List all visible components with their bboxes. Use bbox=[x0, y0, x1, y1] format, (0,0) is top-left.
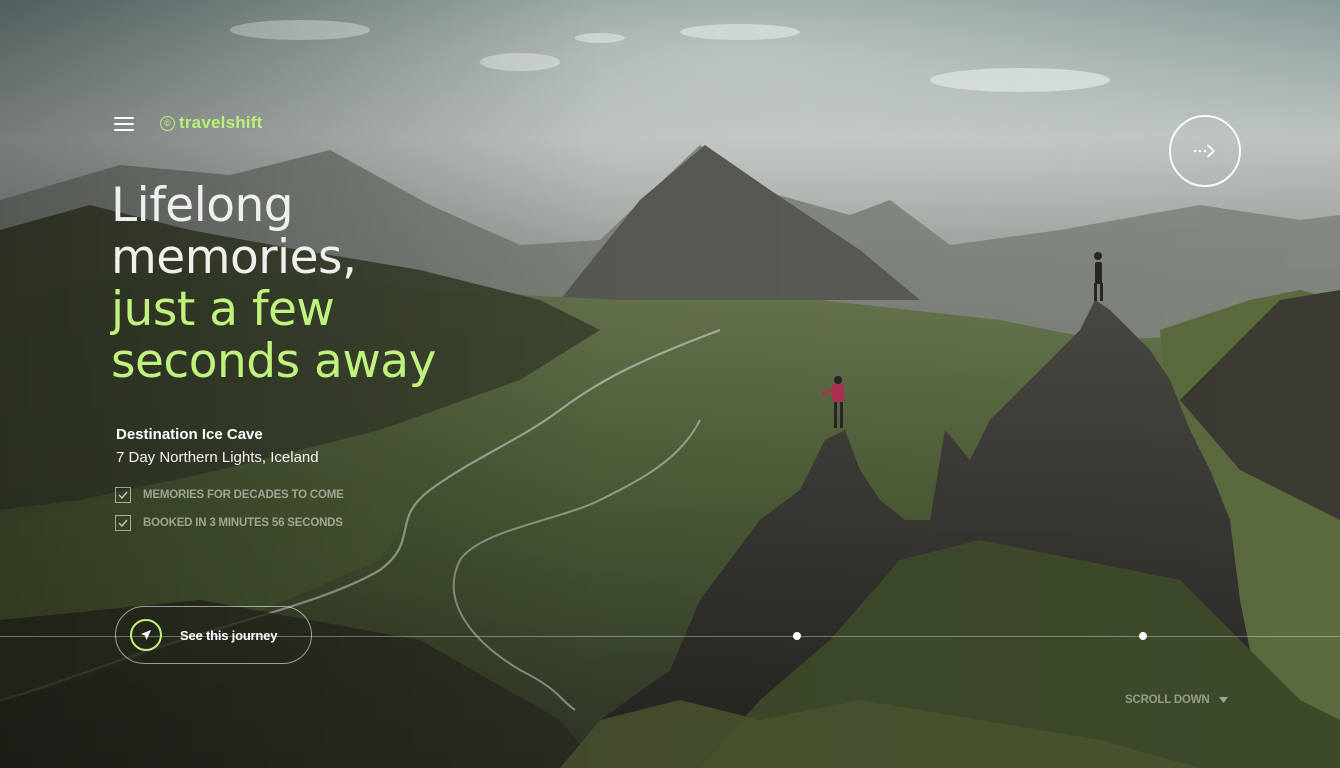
navigation-arrow-icon bbox=[130, 619, 162, 651]
headline-line-4: seconds away bbox=[111, 334, 436, 389]
arrow-right-icon bbox=[1193, 144, 1215, 158]
destination-title: Destination Ice Cave bbox=[116, 426, 263, 443]
feature-item: BOOKED IN 3 MINUTES 56 SECONDS bbox=[115, 515, 343, 531]
headline-line-2: memories, bbox=[111, 230, 357, 285]
headline-line-3: just a few bbox=[111, 282, 335, 337]
hero-headline: Lifelong memories, just a few seconds aw… bbox=[111, 180, 436, 388]
headline-line-1: Lifelong bbox=[111, 178, 294, 233]
feature-item: MEMORIES FOR DECADES TO COME bbox=[115, 487, 344, 503]
logo-text: travelshift bbox=[179, 113, 263, 132]
triangle-down-icon bbox=[1219, 697, 1229, 703]
journey-button-label: See this journey bbox=[180, 627, 278, 643]
checkbox-checked-icon bbox=[115, 487, 131, 503]
hamburger-icon-bar bbox=[114, 129, 134, 131]
hamburger-icon-bar bbox=[114, 117, 134, 119]
scroll-down-label: SCROLL DOWN bbox=[1125, 694, 1210, 706]
next-slide-button[interactable] bbox=[1169, 115, 1241, 187]
timeline-dot[interactable] bbox=[1139, 632, 1147, 640]
scroll-down-button[interactable]: SCROLL DOWN bbox=[1125, 694, 1229, 706]
feature-label: MEMORIES FOR DECADES TO COME bbox=[143, 489, 344, 501]
brand-logo[interactable]: © travelshift bbox=[160, 113, 262, 133]
logo-mark-icon: © bbox=[160, 115, 175, 131]
feature-label: BOOKED IN 3 MINUTES 56 SECONDS bbox=[143, 517, 343, 529]
timeline-dot[interactable] bbox=[793, 632, 801, 640]
destination-subtitle: 7 Day Northern Lights, Iceland bbox=[116, 449, 319, 466]
checkbox-checked-icon bbox=[115, 515, 131, 531]
see-this-journey-button[interactable]: See this journey bbox=[115, 606, 312, 664]
hamburger-icon-bar bbox=[114, 123, 134, 125]
hamburger-menu-button[interactable] bbox=[114, 117, 134, 131]
